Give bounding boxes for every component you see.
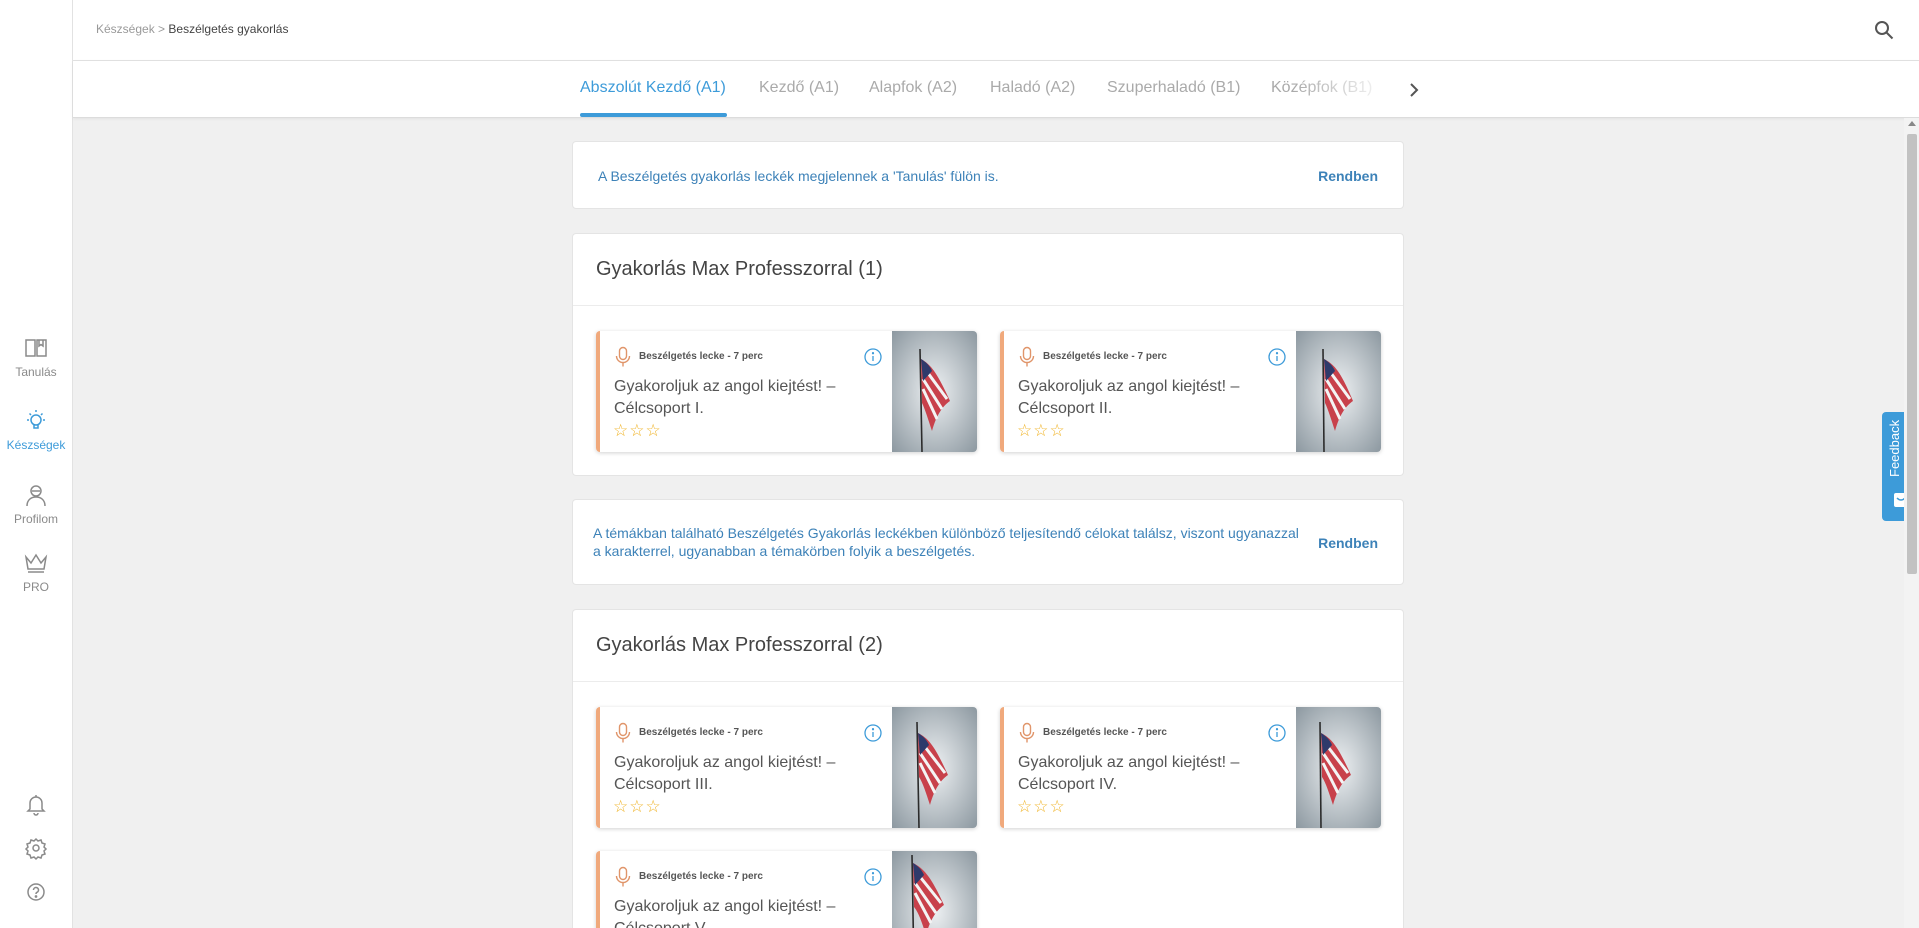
crown-icon — [24, 553, 48, 573]
microphone-icon — [1019, 346, 1035, 367]
lesson-title-line: Gyakoroljuk az angol kiejtést! – — [1018, 378, 1240, 395]
bell-icon[interactable] — [22, 790, 50, 818]
scroll-up-arrow[interactable] — [1908, 121, 1916, 126]
star-rating: ☆☆☆ — [613, 421, 662, 440]
active-tab-indicator — [580, 113, 727, 117]
lesson-card[interactable]: Beszélgetés lecke - 7 perc Gyakoroljuk a… — [596, 851, 977, 928]
lesson-meta: Beszélgetés lecke - 7 perc — [639, 727, 763, 738]
tab-kezdo[interactable]: Kezdő (A1) — [759, 79, 839, 97]
sidebar-item-keszsegek[interactable]: Készségek — [0, 407, 72, 452]
info-icon[interactable] — [863, 347, 883, 367]
flag-thumbnail — [892, 331, 977, 452]
lesson-card[interactable]: Beszélgetés lecke - 7 perc Gyakoroljuk a… — [1000, 331, 1381, 452]
sidebar: Tanulás Készségek Profilom PRO — [0, 0, 73, 928]
sidebar-item-profilom[interactable]: Profilom — [0, 481, 72, 526]
section-title: Gyakorlás Max Professzorral (2) — [596, 634, 883, 656]
profile-icon — [26, 485, 46, 507]
lesson-section: Gyakorlás Max Professzorral (2) Beszélge… — [572, 609, 1404, 928]
lesson-title: Gyakoroljuk az angol kiejtést! – Célcsop… — [1018, 376, 1258, 420]
feedback-label: Feedback — [1887, 419, 1902, 477]
lesson-title: Gyakoroljuk az angol kiejtést! – Célcsop… — [1018, 752, 1258, 796]
level-tabs: Abszolút Kezdő (A1) Kezdő (A1) Alapfok (… — [73, 61, 1919, 118]
lesson-meta: Beszélgetés lecke - 7 perc — [639, 351, 763, 362]
lesson-title-line: Célcsoport II. — [1018, 400, 1113, 417]
notice-card: A témákban található Beszélgetés Gyakorl… — [572, 499, 1404, 585]
lesson-title-line: Gyakoroljuk az angol kiejtést! – — [1018, 754, 1240, 771]
chevron-right-icon[interactable] — [1402, 78, 1426, 102]
divider — [573, 681, 1403, 682]
gear-icon[interactable] — [22, 834, 50, 862]
tab-kozepfok[interactable]: Középfok (B1) — [1271, 79, 1372, 97]
lesson-accent — [596, 331, 600, 452]
notice-card: A Beszélgetés gyakorlás leckék megjelenn… — [572, 141, 1404, 209]
sidebar-item-label: Tanulás — [15, 365, 57, 379]
lesson-title-line: Gyakoroljuk az angol kiejtést! – — [614, 378, 836, 395]
info-icon[interactable] — [1267, 723, 1287, 743]
lesson-title-line: Gyakoroljuk az angol kiejtést! – — [614, 898, 836, 915]
breadcrumb-separator: > — [154, 22, 169, 36]
info-icon[interactable] — [863, 867, 883, 887]
lesson-title-line: Célcsoport III. — [614, 776, 713, 793]
notice-text: A témákban található Beszélgetés Gyakorl… — [593, 524, 1299, 560]
lesson-card[interactable]: Beszélgetés lecke - 7 perc Gyakoroljuk a… — [596, 331, 977, 452]
lesson-meta: Beszélgetés lecke - 7 perc — [639, 871, 763, 882]
star-rating: ☆☆☆ — [1017, 421, 1066, 440]
lesson-title-line: Célcsoport I. — [614, 400, 704, 417]
notice-ok-button[interactable]: Rendben — [1318, 535, 1378, 551]
microphone-icon — [615, 866, 631, 887]
lesson-title-line: Gyakoroljuk az angol kiejtést! – — [614, 754, 836, 771]
breadcrumb-current: Beszélgetés gyakorlás — [168, 22, 289, 36]
lesson-card[interactable]: Beszélgetés lecke - 7 perc Gyakoroljuk a… — [596, 707, 977, 828]
divider — [573, 305, 1403, 306]
scrollbar[interactable] — [1904, 118, 1919, 928]
sidebar-item-label: Készségek — [6, 438, 66, 452]
sidebar-item-label: PRO — [22, 580, 49, 594]
search-icon[interactable] — [1871, 17, 1897, 43]
lightbulb-icon — [27, 410, 45, 429]
notice-text: A Beszélgetés gyakorlás leckék megjelenn… — [598, 168, 999, 184]
flag-thumbnail — [1296, 707, 1381, 828]
lesson-accent — [1000, 707, 1004, 828]
notice-text-line: a karakterrel, ugyanabban a témakörben f… — [593, 543, 976, 559]
lesson-accent — [596, 851, 600, 928]
lesson-title-line: Célcsoport V. — [614, 918, 854, 928]
info-icon[interactable] — [1267, 347, 1287, 367]
sidebar-item-tanulas[interactable]: Tanulás — [0, 334, 72, 379]
scroll-thumb[interactable] — [1907, 134, 1917, 574]
breadcrumb-parent[interactable]: Készségek — [96, 22, 155, 36]
notice-ok-button[interactable]: Rendben — [1318, 168, 1378, 184]
book-icon — [25, 339, 47, 357]
lesson-meta: Beszélgetés lecke - 7 perc — [1043, 727, 1167, 738]
flag-thumbnail — [892, 707, 977, 828]
flag-thumbnail — [1296, 331, 1381, 452]
lesson-title-line: Célcsoport IV. — [1018, 776, 1118, 793]
lesson-section: Gyakorlás Max Professzorral (1) Beszélge… — [572, 233, 1404, 476]
info-icon[interactable] — [863, 723, 883, 743]
tab-abszolut-kezdo[interactable]: Abszolút Kezdő (A1) — [580, 79, 726, 97]
header: Készségek > Beszélgetés gyakorlás — [73, 0, 1919, 61]
lesson-title: Gyakoroljuk az angol kiejtést! – Célcsop… — [614, 896, 854, 928]
section-title: Gyakorlás Max Professzorral (1) — [596, 258, 883, 280]
microphone-icon — [615, 722, 631, 743]
breadcrumb: Készségek > Beszélgetés gyakorlás — [96, 22, 288, 36]
tab-alapfok[interactable]: Alapfok (A2) — [869, 79, 957, 97]
notice-text-line: A témákban található Beszélgetés Gyakorl… — [593, 525, 1299, 541]
tab-halado[interactable]: Haladó (A2) — [990, 79, 1075, 97]
lesson-meta: Beszélgetés lecke - 7 perc — [1043, 351, 1167, 362]
flag-thumbnail — [892, 851, 977, 928]
lesson-card[interactable]: Beszélgetés lecke - 7 perc Gyakoroljuk a… — [1000, 707, 1381, 828]
lesson-accent — [1000, 331, 1004, 452]
sidebar-item-pro[interactable]: PRO — [0, 549, 72, 594]
lesson-accent — [596, 707, 600, 828]
lesson-title: Gyakoroljuk az angol kiejtést! – Célcsop… — [614, 376, 854, 420]
microphone-icon — [615, 346, 631, 367]
microphone-icon — [1019, 722, 1035, 743]
sidebar-item-label: Profilom — [13, 512, 58, 526]
tab-szuperhalado[interactable]: Szuperhaladó (B1) — [1107, 79, 1240, 97]
help-icon[interactable] — [22, 878, 50, 906]
star-rating: ☆☆☆ — [1017, 797, 1066, 816]
star-rating: ☆☆☆ — [613, 797, 662, 816]
lesson-title: Gyakoroljuk az angol kiejtést! – Célcsop… — [614, 752, 854, 796]
